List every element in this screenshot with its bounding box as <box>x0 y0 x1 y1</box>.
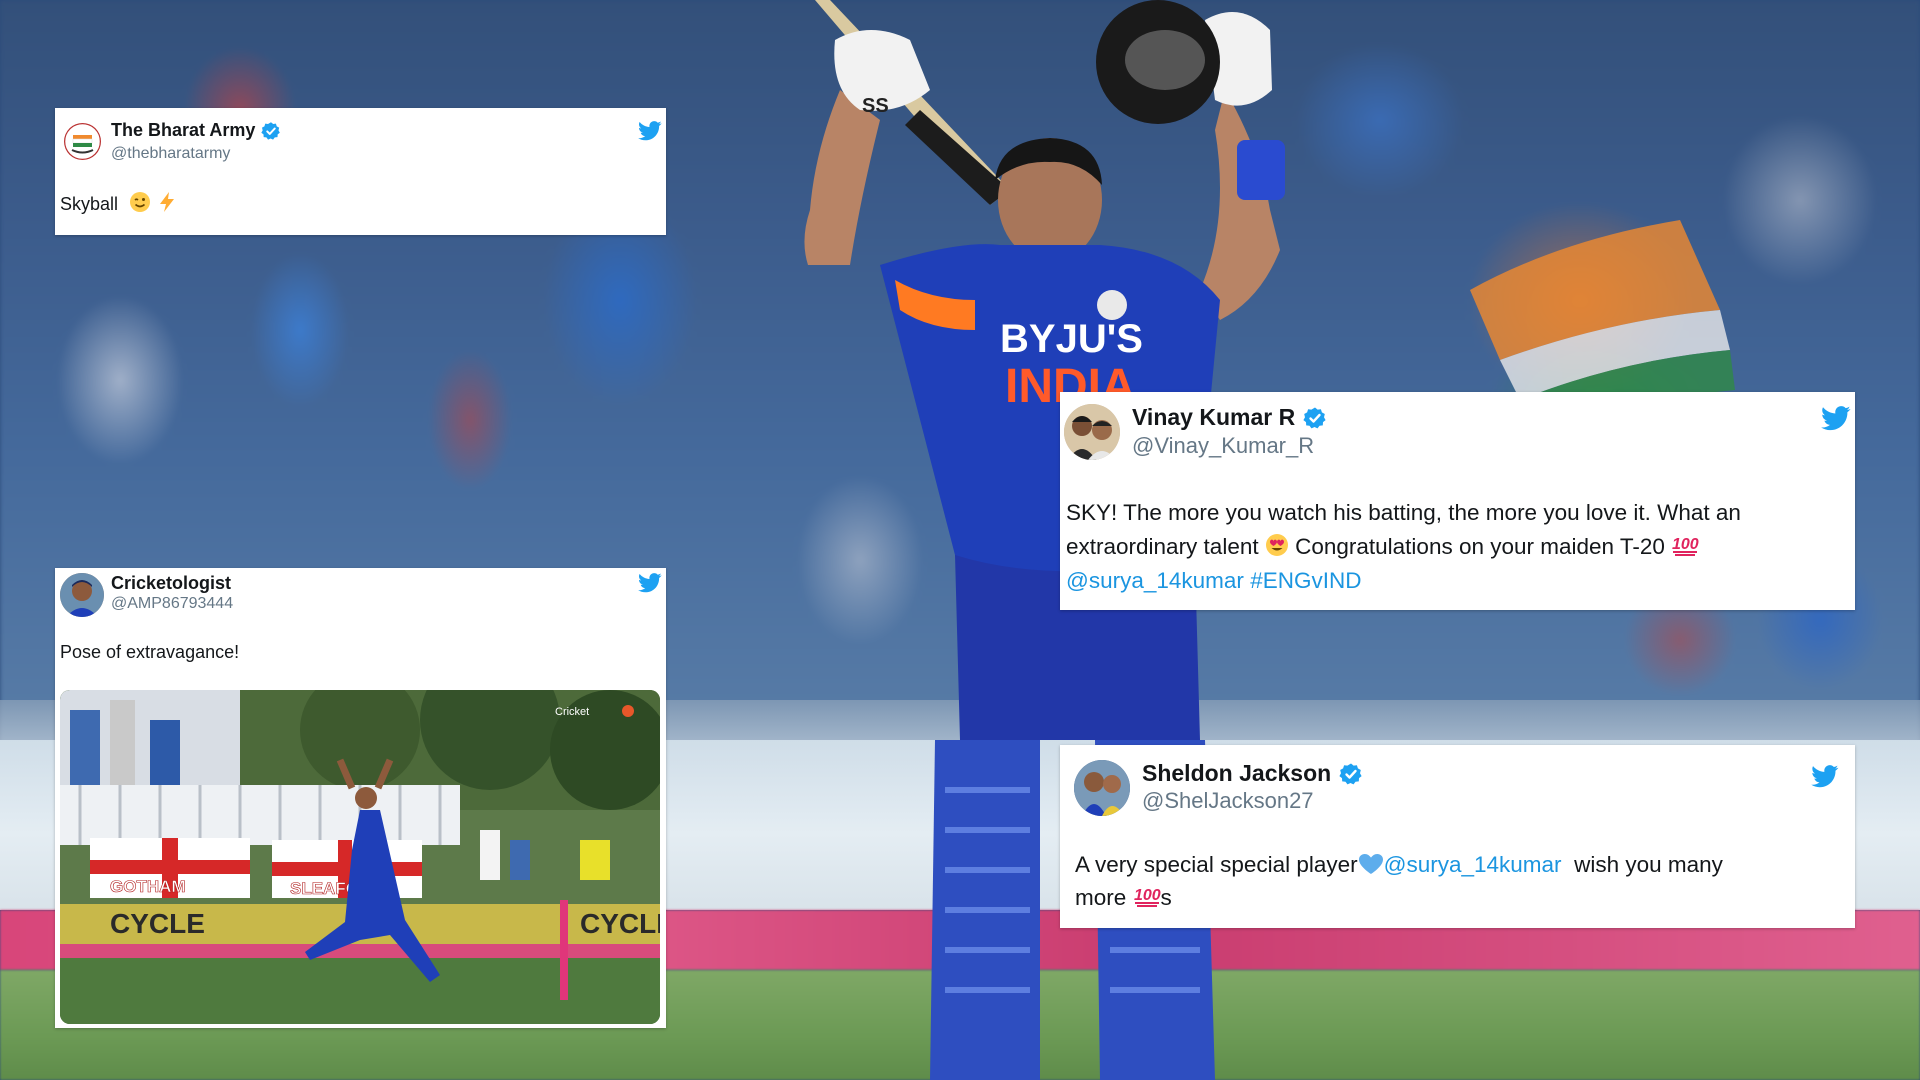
tweet-line-2: extraordinary talent Congratulations on … <box>1066 530 1846 564</box>
svg-text:100: 100 <box>1134 887 1161 904</box>
tweet-card-bharat-army[interactable]: The Bharat Army @thebharatarmy Skyball <box>55 108 666 235</box>
tweet-text-fragment: extraordinary talent <box>1066 534 1265 559</box>
tweet-text-fragment: wish you many <box>1561 852 1723 877</box>
tweet-line-1: SKY! The more you watch his batting, the… <box>1066 500 1741 525</box>
author-row: Vinay Kumar R <box>1132 404 1327 431</box>
author-row: Cricketologist <box>111 573 231 594</box>
tweet-card-vinay-kumar[interactable]: Vinay Kumar R @Vinay_Kumar_R SKY! The mo… <box>1060 392 1855 610</box>
tweet-text-fragment: more <box>1075 885 1133 910</box>
wink-emoji-icon <box>130 192 151 212</box>
catch-photo: GOTHAM SLEAFO CYCLE CYCLE Cricket <box>60 690 660 1024</box>
avatar-photo-icon <box>1074 760 1130 816</box>
author-name[interactable]: Vinay Kumar R <box>1132 404 1295 431</box>
lightning-emoji-icon <box>160 192 175 212</box>
avatar[interactable] <box>1074 760 1130 816</box>
twitter-bird-icon[interactable] <box>638 121 662 141</box>
bharat-army-logo-icon <box>64 123 101 160</box>
author-handle[interactable]: @AMP86793444 <box>111 595 233 613</box>
author-handle[interactable]: @thebharatarmy <box>111 145 230 163</box>
author-row: The Bharat Army <box>111 120 281 141</box>
twitter-bird-icon[interactable] <box>1821 406 1851 431</box>
author-name[interactable]: The Bharat Army <box>111 120 255 141</box>
tweet-media-image[interactable]: GOTHAM SLEAFO CYCLE CYCLE Cricket <box>60 690 660 1024</box>
avatar-photo-icon <box>1064 404 1120 460</box>
tweet-text: A very special special player @surya_14k… <box>1075 848 1835 914</box>
avatar[interactable] <box>60 573 104 617</box>
twitter-bird-icon[interactable] <box>1811 765 1839 788</box>
svg-text:Cricket: Cricket <box>555 706 589 718</box>
heart-eyes-emoji-icon <box>1265 534 1288 556</box>
avatar-photo-icon <box>60 573 104 617</box>
avatar[interactable] <box>64 123 101 160</box>
avatar[interactable] <box>1064 404 1120 460</box>
verified-badge-icon <box>1303 407 1326 428</box>
author-name[interactable]: Cricketologist <box>111 573 231 594</box>
tweet-text: Pose of extravagance! <box>60 642 240 662</box>
author-name[interactable]: Sheldon Jackson <box>1142 760 1331 787</box>
blue-heart-emoji-icon <box>1358 854 1383 874</box>
mention-link[interactable]: @surya_14kumar <box>1384 852 1562 877</box>
svg-text:GOTHAM: GOTHAM <box>110 877 186 896</box>
tweet-line-1: A very special special player @surya_14k… <box>1075 848 1835 881</box>
tweet-text-content: Skyball <box>60 194 119 214</box>
tweet-card-sheldon-jackson[interactable]: Sheldon Jackson @ShelJackson27 A very sp… <box>1060 745 1855 928</box>
tweet-line-2: more 100 s <box>1075 881 1835 914</box>
verified-badge-icon <box>1339 763 1362 784</box>
svg-text:BYJU'S: BYJU'S <box>1000 317 1143 361</box>
svg-text:CYCLE: CYCLE <box>110 908 205 939</box>
tweet-text: Skyball <box>60 191 178 215</box>
tweet-line-3: @surya_14kumar #ENGvIND <box>1066 564 1846 598</box>
tweet-card-cricketologist[interactable]: Cricketologist @AMP86793444 Pose of extr… <box>55 568 666 1028</box>
tweet-text: SKY! The more you watch his batting, the… <box>1066 496 1846 598</box>
svg-text:100: 100 <box>1672 536 1699 553</box>
mention-link[interactable]: @surya_14kumar <box>1066 568 1244 593</box>
hundred-points-emoji-icon: 100 <box>1672 536 1699 556</box>
author-row: Sheldon Jackson <box>1142 760 1363 787</box>
hundred-points-emoji-icon: 100 <box>1134 887 1161 907</box>
twitter-bird-icon[interactable] <box>638 573 662 593</box>
hashtag-link[interactable]: #ENGvIND <box>1250 568 1361 593</box>
tweet-text-fragment: A very special special player <box>1075 852 1358 877</box>
tweet-text-fragment: s <box>1160 885 1172 910</box>
verified-badge-icon <box>261 121 281 140</box>
svg-text:CYCLE: CYCLE <box>580 908 660 939</box>
author-handle[interactable]: @ShelJackson27 <box>1142 788 1314 814</box>
tweet-text-fragment: Congratulations on your maiden T-20 <box>1288 534 1672 559</box>
svg-text:SS: SS <box>862 95 889 117</box>
author-handle[interactable]: @Vinay_Kumar_R <box>1132 433 1314 459</box>
